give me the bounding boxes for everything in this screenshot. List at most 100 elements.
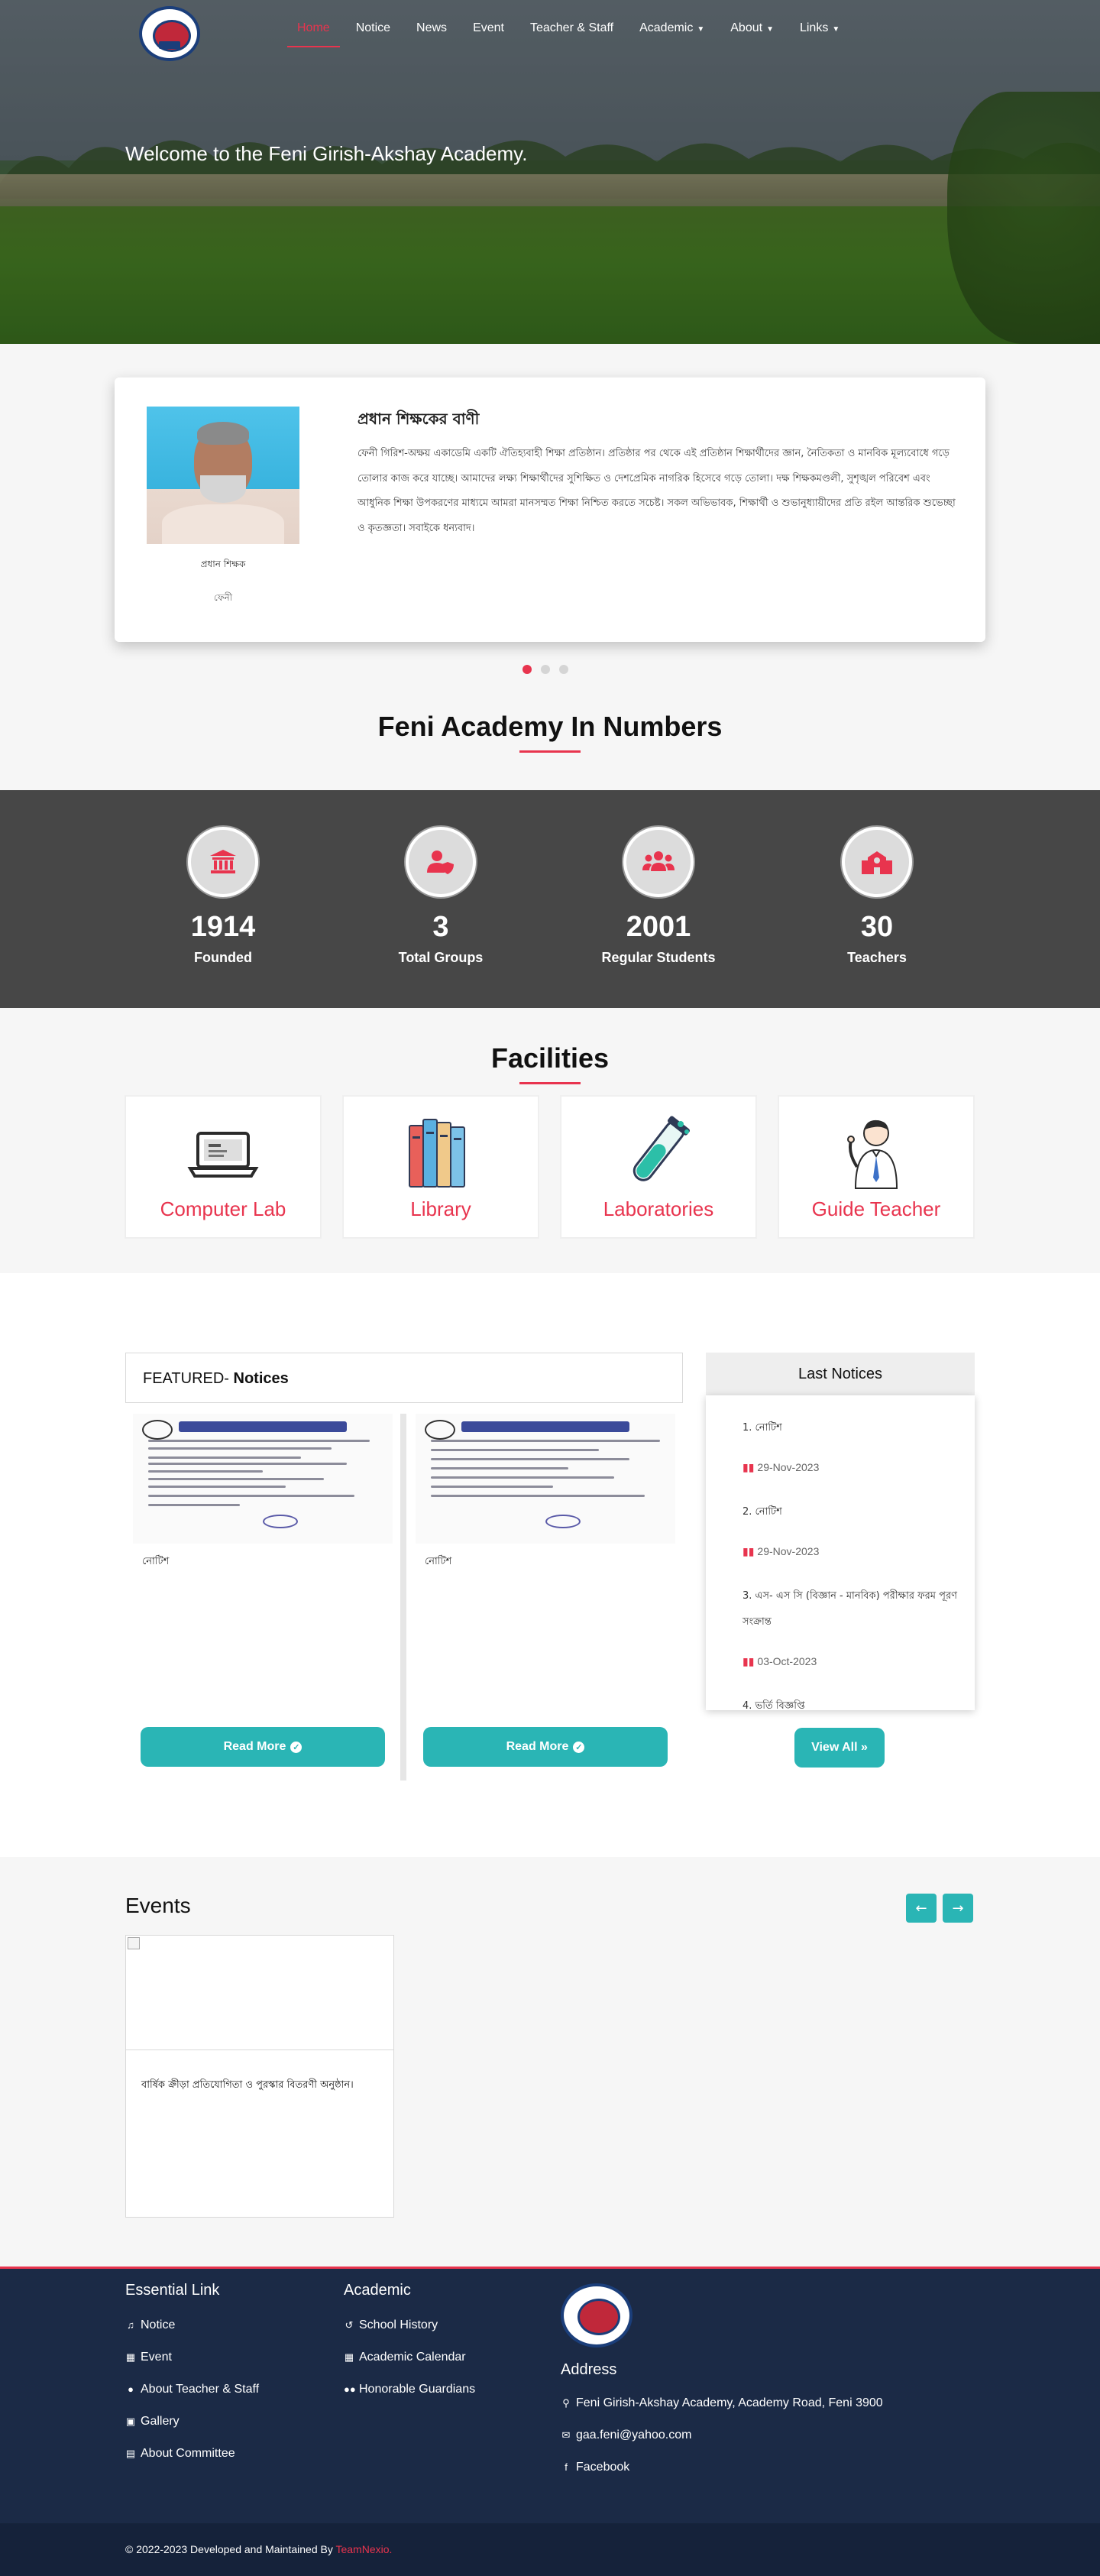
heading-underline xyxy=(519,1082,581,1084)
footer-link-label: Event xyxy=(141,2351,172,2364)
headmaster-message-card: প্রধান শিক্ষক ফেনী প্রধান শিক্ষকের বাণী … xyxy=(115,377,985,642)
nav-news[interactable]: News xyxy=(403,21,460,35)
footer-link-teacher-staff[interactable]: ● About Teacher & Staff xyxy=(125,2383,259,2396)
facility-library[interactable]: Library xyxy=(343,1096,539,1238)
headmaster-role: ফেনী xyxy=(213,592,233,603)
developer-link[interactable]: TeamNexio. xyxy=(335,2543,392,2555)
prev-arrow-button[interactable]: ← xyxy=(906,1894,937,1923)
stat-label: Teachers xyxy=(847,950,907,965)
stat-value: 1914 xyxy=(190,911,256,943)
last-notice-link[interactable]: 4. ভর্তি বিজ্ঞপ্তি xyxy=(742,1693,964,1710)
nav-about[interactable]: About ▼ xyxy=(717,21,787,35)
events-heading: Events xyxy=(125,1894,191,1917)
next-arrow-button[interactable]: → xyxy=(943,1894,973,1923)
footer-link-notice[interactable]: ♫ Notice xyxy=(125,2318,175,2332)
read-more-button[interactable]: Read More ✓ xyxy=(423,1727,668,1767)
nav-news-label: News xyxy=(416,21,448,34)
nav-links-label: Links xyxy=(799,21,829,34)
view-all-button[interactable]: View All » xyxy=(794,1728,885,1768)
footer-link-committee[interactable]: ▤ About Committee xyxy=(125,2447,235,2461)
read-more-button[interactable]: Read More ✓ xyxy=(141,1727,385,1767)
book-icon: ▮▮ xyxy=(742,1461,755,1473)
facebook-icon: f xyxy=(565,2461,568,2473)
facility-label: Computer Lab xyxy=(160,1197,286,1220)
stat-label: Total Groups xyxy=(398,950,484,965)
school-logo[interactable] xyxy=(139,6,200,61)
footer-link-history[interactable]: ↺ School History xyxy=(344,2318,438,2332)
broken-image-icon xyxy=(128,1937,140,1949)
nav-notice[interactable]: Notice xyxy=(343,21,403,35)
heading-underline xyxy=(519,750,581,753)
bell-icon: ♫ xyxy=(127,2319,134,2331)
facility-computer-lab[interactable]: Computer Lab xyxy=(125,1096,321,1238)
stat-label: Regular Students xyxy=(601,950,716,965)
stat-founded: 1914 Founded xyxy=(131,827,315,966)
last-notice-date: ▮▮ 29-Nov-2023 xyxy=(742,1461,819,1474)
nav-notice-label: Notice xyxy=(355,21,391,34)
date-text: 29-Nov-2023 xyxy=(757,1545,820,1557)
notice-title: নোটিশ xyxy=(425,1556,452,1567)
footer-address: ⚲ Feni Girish-Akshay Academy, Academy Roa… xyxy=(561,2396,882,2410)
notice-thumbnail[interactable] xyxy=(416,1414,675,1544)
nav-event[interactable]: Event xyxy=(460,21,517,35)
check-circle-icon: ✓ xyxy=(290,1741,302,1753)
nav-menu: Home Notice News Event Teacher & Staff A… xyxy=(284,21,852,47)
calendar-icon: ▦ xyxy=(344,2351,354,2363)
caret-down-icon: ▼ xyxy=(766,25,774,34)
facility-guide-teacher[interactable]: Guide Teacher xyxy=(778,1096,974,1238)
footer-link-guardians[interactable]: ●● Honorable Guardians xyxy=(344,2383,475,2396)
facility-laboratories[interactable]: Laboratories xyxy=(561,1096,756,1238)
users-icon: ●● xyxy=(344,2383,356,2395)
user-shield-icon xyxy=(406,827,476,897)
footer-link-label: About Teacher & Staff xyxy=(141,2383,260,2396)
headmaster-name: প্রধান শিক্ষক xyxy=(200,559,246,569)
carousel-dot-2[interactable] xyxy=(541,665,550,674)
numbers-band: 1914 Founded 3 Total Groups 2001 Regular… xyxy=(0,790,1100,1008)
address-heading: Address xyxy=(561,2361,617,2378)
footer-link-label: Notice xyxy=(141,2318,176,2331)
footer-link-label: Academic Calendar xyxy=(359,2351,466,2364)
last-notice-date: ▮▮ 29-Nov-2023 xyxy=(742,1545,819,1558)
nav-teacher-staff-label: Teacher & Staff xyxy=(529,21,614,34)
last-notice-link[interactable]: 1. নোটিশ xyxy=(742,1415,964,1441)
carousel-dots xyxy=(522,665,568,674)
stat-value: 2001 xyxy=(626,911,691,943)
users-icon xyxy=(623,827,694,897)
nav-teacher-staff[interactable]: Teacher & Staff xyxy=(517,21,626,35)
nav-about-label: About xyxy=(730,21,763,34)
history-icon: ↺ xyxy=(345,2319,354,2331)
event-card[interactable]: বার্ষিক ক্রীড়া প্রতিযোগিতা ও পুরস্কার ব… xyxy=(125,1935,394,2218)
featured-label: Notices xyxy=(233,1370,289,1387)
test-tube-icon xyxy=(632,1116,690,1181)
footer-link-gallery[interactable]: ▣ Gallery xyxy=(125,2415,180,2429)
footer-link-calendar[interactable]: ▦ Academic Calendar xyxy=(344,2351,466,2364)
check-circle-icon: ✓ xyxy=(573,1741,585,1753)
carousel-dot-3[interactable] xyxy=(559,665,568,674)
nav-home-label: Home xyxy=(297,21,330,34)
academic-heading: Academic xyxy=(344,2282,411,2299)
facebook-text: Facebook xyxy=(576,2461,630,2474)
stat-value: 3 xyxy=(432,911,449,943)
carousel-dot-1[interactable] xyxy=(522,665,532,674)
footer-facebook[interactable]: f Facebook xyxy=(561,2461,629,2474)
envelope-icon: ✉ xyxy=(561,2429,571,2441)
last-notice-link[interactable]: 3. এস- এস সি (বিজ্ঞান - মানবিক) পরীক্ষার… xyxy=(742,1583,964,1635)
notice-card: নোটিশ Read More ✓ xyxy=(408,1414,684,1781)
headmaster-photo xyxy=(147,407,299,544)
date-text: 03-Oct-2023 xyxy=(757,1655,817,1667)
footer-link-event[interactable]: ▦ Event xyxy=(125,2351,172,2364)
footer-link-label: About Committee xyxy=(141,2447,235,2460)
featured-notices-header: FEATURED- Notices xyxy=(125,1353,683,1403)
caret-down-icon: ▼ xyxy=(697,25,705,34)
last-notices-list: 1. নোটিশ ▮▮ 29-Nov-2023 2. নোটিশ ▮▮ 29-Nov… xyxy=(706,1395,975,1710)
notice-thumbnail[interactable] xyxy=(133,1414,393,1544)
laptop-icon xyxy=(187,1132,259,1178)
last-notice-link[interactable]: 2. নোটিশ xyxy=(742,1499,964,1525)
nav-links[interactable]: Links ▼ xyxy=(787,21,852,35)
nav-home[interactable]: Home xyxy=(284,21,343,47)
last-notices-heading: Last Notices xyxy=(706,1353,975,1395)
nav-academic[interactable]: Academic ▼ xyxy=(626,21,717,35)
footer-email[interactable]: ✉ gaa.feni@yahoo.com xyxy=(561,2429,692,2442)
map-marker-icon: ⚲ xyxy=(562,2397,570,2409)
facility-label: Guide Teacher xyxy=(811,1197,941,1220)
